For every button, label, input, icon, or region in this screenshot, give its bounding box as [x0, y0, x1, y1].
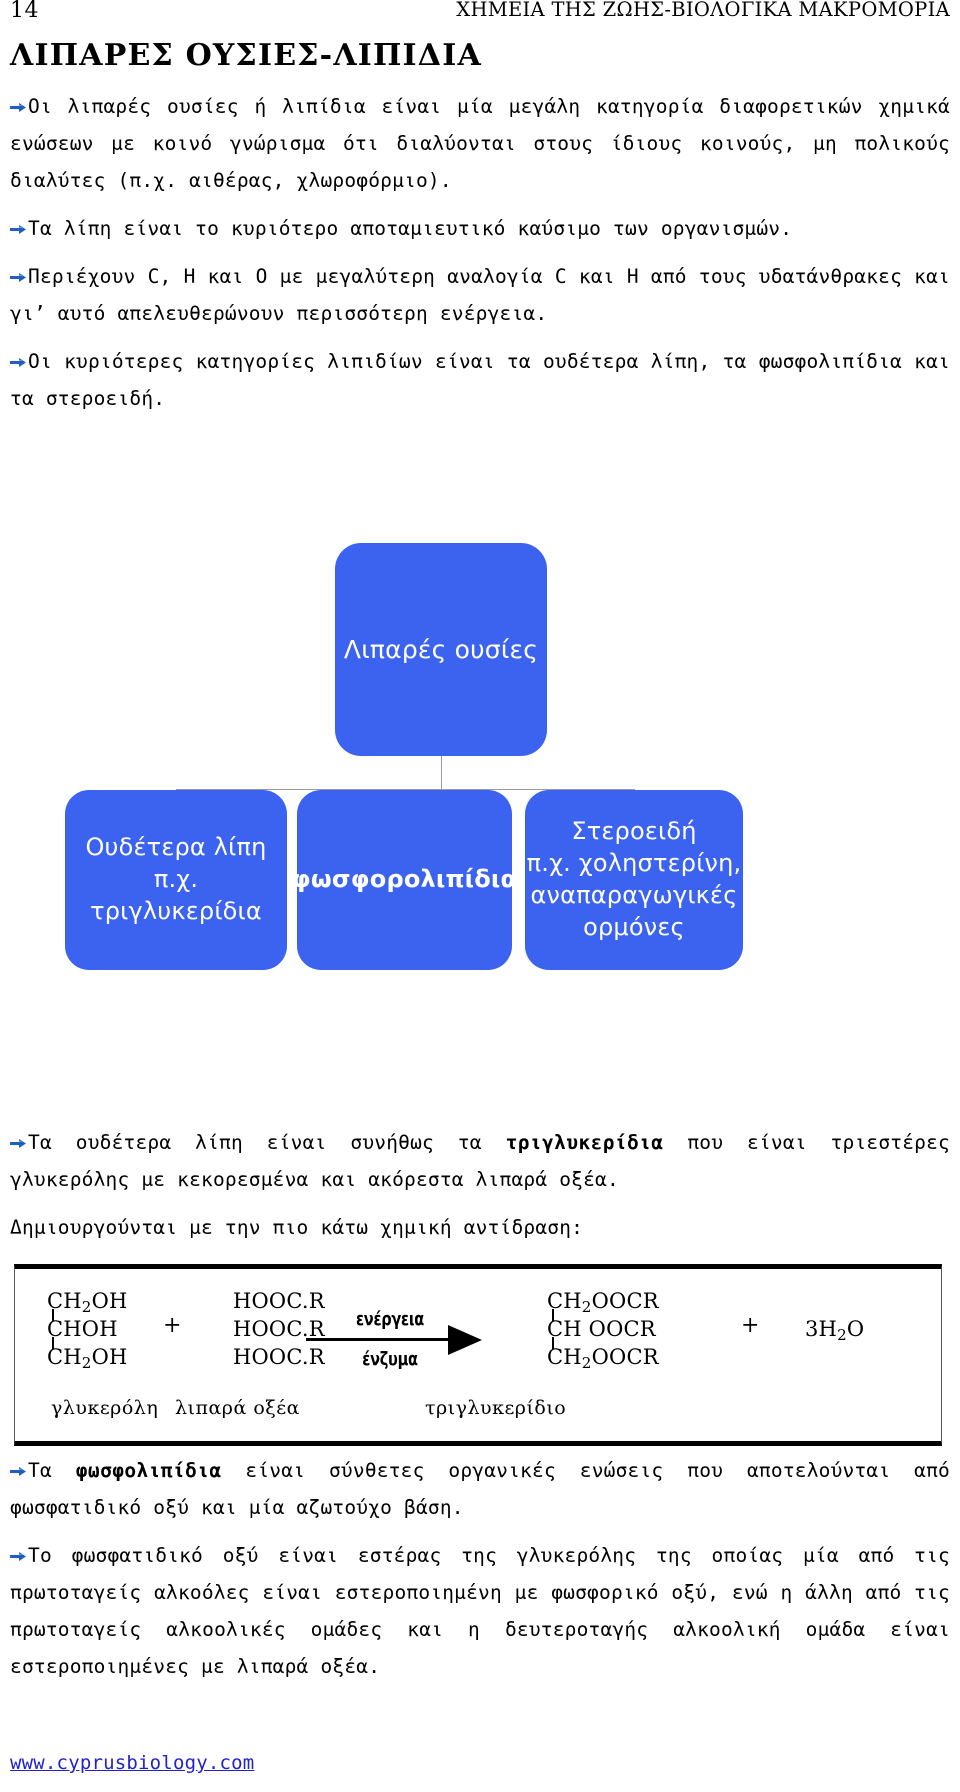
triglyceride-line2: CH OOCR — [547, 1317, 656, 1341]
caption-fatty-acids: λιπαρά οξέα — [175, 1397, 300, 1419]
bullet-paragraph: Το φωσφατιδικό οξύ είναι εστέρας της γλυ… — [10, 1537, 950, 1685]
connector-root-stem — [441, 756, 442, 789]
bullet-text-pre: Τα ουδέτερα λίπη είναι συνήθως τα — [28, 1131, 506, 1154]
bullet-text-bold: φωσφολιπίδια — [75, 1459, 222, 1482]
arrow-label-energy: ενέργεια — [355, 1308, 425, 1330]
reaction-intro-paragraph: Δημιουργούνται με την πιο κάτω χημική αν… — [10, 1216, 584, 1239]
bond-triglyceride-2 — [552, 1337, 554, 1349]
water-suffix: O — [846, 1317, 865, 1341]
reaction-arrow-group: ενέργεια ένζυμα — [306, 1302, 496, 1380]
reactant-glycerol-formula: CH2OH CHOH CH2OH — [47, 1287, 128, 1372]
flowchart-box-steroids-line3: αναπαραγωγικές — [530, 881, 738, 909]
bullet-paragraph: Οι κυριότερες κατηγορίες λιπιδίων είναι … — [10, 343, 950, 417]
reaction-arrow-line — [306, 1338, 454, 1341]
bullet-text-bold: τριγλυκερίδια — [505, 1131, 664, 1154]
glycerol-line3-sub: 2 — [81, 1353, 92, 1372]
glycerol-line1-rest: OH — [91, 1289, 128, 1313]
bottom-section: Τα φωσφολιπίδια είναι σύνθετες οργανικές… — [10, 1452, 950, 1696]
reaction-arrow-head-icon — [448, 1325, 482, 1355]
glycerol-line3-rest: OH — [91, 1345, 128, 1369]
caption-triglyceride: τριγλυκερίδιο — [425, 1397, 567, 1419]
arrow-bullet-icon — [10, 1551, 27, 1562]
flowchart-box-steroids-line4: ορμόνες — [583, 912, 685, 941]
flowchart-box-neutral-fats-line2: π.χ. τριγλυκερίδια — [90, 865, 262, 925]
flowchart-box-root-label: Λιπαρές ουσίες — [343, 634, 539, 664]
bond-glycerol-1 — [52, 1309, 54, 1321]
mid-section: Τα ουδέτερα λίπη είναι συνήθως τα τριγλυ… — [10, 1124, 950, 1257]
flowchart-box-neutral-fats[interactable]: Ουδέτερα λίπη π.χ. τριγλυκερίδια — [65, 790, 287, 970]
document-page: 14 ΧΗΜΕΙΑ ΤΗΣ ΖΩΗΣ-ΒΙΟΛΟΓΙΚΑ ΜΑΚΡΟΜΟΡΙΑ … — [0, 0, 960, 1792]
arrow-label-enzyme: ένζυμα — [362, 1348, 418, 1370]
page-title: ΛΙΠΑΡΕΣ ΟΥΣΙΕΣ-ΛΙΠΙΔΙΑ — [10, 38, 482, 73]
triglyceride-line1-sub: 2 — [581, 1297, 592, 1316]
flowchart-box-neutral-fats-line1: Ουδέτερα λίπη — [85, 833, 267, 862]
bullet-text: Οι κυριότερες κατηγορίες λιπιδίων είναι … — [10, 350, 950, 410]
bullet-paragraph: Περιέχουν C, Η και Ο με μεγαλύτερη αναλο… — [10, 258, 950, 332]
plus-sign-reactants: + — [163, 1313, 182, 1338]
arrow-bullet-icon — [10, 224, 27, 235]
glycerol-line2: CHOH — [47, 1317, 118, 1341]
bullet-text: Περιέχουν C, Η και Ο με μεγαλύτερη αναλο… — [10, 265, 950, 325]
flowchart-box-steroids[interactable]: Στεροειδή π.χ. χοληστερίνη, αναπαραγωγικ… — [525, 790, 743, 970]
flowchart-box-steroids-line2: π.χ. χοληστερίνη, — [526, 849, 742, 878]
bullet-text: Τα λίπη είναι το κυριότερο αποταμιευτικό… — [28, 217, 793, 240]
bullet-paragraph: Τα φωσφολιπίδια είναι σύνθετες οργανικές… — [10, 1452, 950, 1526]
caption-glycerol: γλυκερόλη — [51, 1397, 159, 1419]
page-number: 14 — [10, 0, 39, 23]
connector-leg-2 — [404, 789, 406, 790]
lipids-flowchart: Λιπαρές ουσίες Ουδέτερα λίπη π.χ. τριγλυ… — [0, 543, 960, 1113]
arrow-bullet-icon — [10, 272, 27, 283]
flowchart-box-steroids-line1: Στεροειδή — [571, 817, 697, 846]
plus-sign-products: + — [741, 1313, 760, 1338]
flowchart-box-phospholipids[interactable]: φωσφορολιπίδια — [292, 790, 517, 970]
footer-website-link[interactable]: www.cyprusbiology.com — [10, 1752, 254, 1774]
bond-triglyceride-1 — [552, 1309, 554, 1321]
bullet-text-pre: Τα — [28, 1459, 76, 1482]
top-section: Οι λιπαρές ουσίες ή λιπίδια είναι μία με… — [10, 88, 950, 428]
flowchart-box-phospholipids-label: φωσφορολιπίδια — [291, 865, 518, 894]
water-prefix: 3H — [805, 1317, 838, 1341]
flowchart-box-root[interactable]: Λιπαρές ουσίες — [335, 543, 547, 756]
bullet-paragraph: Τα ουδέτερα λίπη είναι συνήθως τα τριγλυ… — [10, 1124, 950, 1198]
triglyceride-line3-rest: OOCR — [591, 1345, 659, 1369]
arrow-bullet-icon — [10, 357, 27, 368]
triglyceride-line1-rest: OOCR — [591, 1289, 659, 1313]
connector-leg-1 — [176, 789, 177, 790]
product-water-formula: 3H2O — [805, 1315, 864, 1349]
running-title: ΧΗΜΕΙΑ ΤΗΣ ΖΩΗΣ-ΒΙΟΛΟΓΙΚΑ ΜΑΚΡΟΜΟΡΙΑ — [456, 0, 950, 21]
triglyceride-line3-sub: 2 — [581, 1353, 592, 1372]
bullet-text: Οι λιπαρές ουσίες ή λιπίδια είναι μία με… — [10, 95, 950, 192]
product-triglyceride-formula: CH2OOCR CH OOCR CH2OOCR — [547, 1287, 659, 1372]
glycerol-line1-sub: 2 — [81, 1297, 92, 1316]
bullet-paragraph: Τα λίπη είναι το κυριότερο αποταμιευτικό… — [10, 210, 950, 247]
connector-leg-3 — [634, 789, 635, 790]
arrow-bullet-icon — [10, 1138, 27, 1149]
bullet-text-post: Το φωσφατιδικό οξύ είναι εστέρας της γλυ… — [10, 1544, 950, 1678]
arrow-bullet-icon — [10, 102, 27, 113]
arrow-bullet-icon — [10, 1466, 27, 1477]
page-header: 14 ΧΗΜΕΙΑ ΤΗΣ ΖΩΗΣ-ΒΙΟΛΟΓΙΚΑ ΜΑΚΡΟΜΟΡΙΑ — [10, 0, 950, 34]
bond-glycerol-2 — [52, 1337, 54, 1349]
bullet-paragraph: Οι λιπαρές ουσίες ή λιπίδια είναι μία με… — [10, 88, 950, 199]
water-sub: 2 — [837, 1325, 847, 1344]
